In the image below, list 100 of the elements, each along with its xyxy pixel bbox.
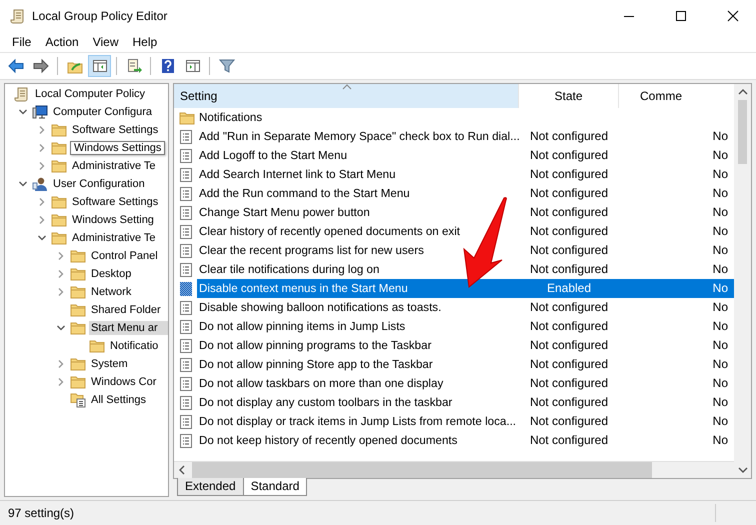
- folder-icon: [70, 321, 86, 335]
- folder-list-icon: [70, 392, 86, 408]
- comment-cell-text: No: [712, 185, 729, 202]
- scroll-icon: [10, 8, 26, 24]
- state-cell-text: Not configured: [528, 356, 610, 373]
- comment-cell-text: No: [712, 166, 729, 183]
- document-icon: [179, 356, 193, 372]
- tree-item[interactable]: Notificatio: [108, 339, 168, 353]
- document-icon: [179, 148, 193, 164]
- folder-icon: [51, 195, 67, 209]
- view-tab[interactable]: Extended: [177, 478, 244, 496]
- tree-item[interactable]: Computer Configura: [51, 105, 168, 119]
- state-cell-text: Not configured: [528, 432, 610, 449]
- folder-icon: [51, 141, 67, 155]
- tree-item[interactable]: User Configuration: [51, 177, 168, 191]
- document-icon: [179, 432, 193, 448]
- folder-icon: [70, 357, 86, 371]
- setting-name[interactable]: Add the Run command to the Start Menu: [197, 184, 519, 203]
- setting-name[interactable]: Add "Run in Separate Memory Space" check box to Run dial...: [197, 127, 520, 146]
- folder-icon: [51, 123, 67, 137]
- scrollbar-track[interactable]: [734, 84, 751, 478]
- state-cell-text: Not configured: [528, 128, 610, 145]
- document-icon: [179, 128, 193, 144]
- tree-item[interactable]: System: [89, 357, 168, 371]
- menu-item[interactable]: Action: [38, 34, 86, 48]
- setting-name[interactable]: Do not allow pinning programs to the Taskbar: [197, 336, 519, 355]
- comment-cell-text: No: [712, 242, 729, 259]
- state-cell-text: Not configured: [528, 413, 610, 430]
- tree-item-tooltip[interactable]: Windows Settings: [70, 141, 166, 155]
- setting-name[interactable]: Disable showing balloon notifications as toasts.: [197, 298, 519, 317]
- state-cell-text: Not configured: [528, 375, 610, 392]
- document-icon: [179, 414, 193, 430]
- comment-cell-text: No: [712, 432, 729, 449]
- comment-cell-text: No: [712, 147, 729, 164]
- menu-item[interactable]: File: [5, 34, 38, 48]
- setting-name[interactable]: Notifications: [197, 108, 519, 127]
- window-title: Local Group Policy Editor: [32, 8, 168, 22]
- tree-item[interactable]: Windows Setting: [70, 213, 168, 227]
- tree-item[interactable]: Network: [89, 285, 168, 299]
- setting-name[interactable]: Add Search Internet link to Start Menu: [197, 165, 519, 184]
- state-cell: Enabled: [519, 279, 619, 298]
- tree-item[interactable]: Software Settings: [70, 195, 168, 209]
- comment-cell-text: No: [712, 413, 729, 430]
- comment-cell-text: No: [712, 204, 729, 221]
- comment-cell-text: No: [712, 356, 729, 373]
- folder-icon: [70, 285, 86, 299]
- folder-icon: [70, 375, 86, 389]
- tree-item[interactable]: Start Menu ar: [89, 321, 168, 335]
- folder-icon: [51, 231, 67, 245]
- comment-cell-text: No: [712, 375, 729, 392]
- state-cell-text: Not configured: [528, 337, 610, 354]
- tree-item[interactable]: Windows Cor: [89, 375, 168, 389]
- setting-name[interactable]: Clear tile notifications during log on: [197, 260, 519, 279]
- document-icon: [179, 300, 193, 316]
- setting-name[interactable]: Do not display any custom toolbars in the taskbar: [197, 393, 519, 412]
- setting-name[interactable]: Do not allow pinning Store app to the Taskbar: [197, 355, 519, 374]
- setting-name[interactable]: Change Start Menu power button: [197, 203, 519, 222]
- document-icon: [179, 242, 193, 258]
- setting-name[interactable]: Clear history of recently opened documents on exit: [197, 222, 519, 241]
- setting-name[interactable]: Disable context menus in the Start Menu: [197, 279, 519, 298]
- document-icon: [179, 262, 193, 278]
- menu-item[interactable]: Help: [126, 34, 164, 48]
- setting-name[interactable]: Do not display or track items in Jump Lists from remote loca...: [197, 412, 519, 431]
- document-icon: [179, 318, 193, 334]
- column-header[interactable]: Comme: [619, 84, 734, 108]
- state-cell-text: Not configured: [528, 394, 610, 411]
- pane-icon[interactable]: [88, 55, 111, 77]
- tree-item[interactable]: Administrative Te: [70, 231, 168, 245]
- tree-item[interactable]: Administrative Te: [70, 159, 168, 173]
- scroll-icon: [14, 86, 30, 102]
- comment-cell-text: No: [712, 318, 729, 335]
- view-tab[interactable]: Standard: [242, 478, 308, 496]
- document-icon: [179, 224, 193, 240]
- state-cell-text: Not configured: [528, 185, 610, 202]
- setting-name[interactable]: Do not keep history of recently opened documents: [197, 431, 519, 450]
- scroll-thumb[interactable]: [192, 462, 652, 478]
- setting-name[interactable]: Do not allow taskbars on more than one display: [197, 374, 519, 393]
- sort-caret-icon: [342, 84, 352, 90]
- tree-item[interactable]: Local Computer Policy: [33, 87, 168, 101]
- tree-item[interactable]: All Settings: [89, 393, 168, 407]
- state-cell-text: Not configured: [528, 261, 610, 278]
- folder-icon: [179, 110, 195, 124]
- setting-name[interactable]: Add Logoff to the Start Menu: [197, 146, 519, 165]
- comment-cell-text: No: [712, 223, 729, 240]
- tree-item[interactable]: Control Panel: [89, 249, 168, 263]
- setting-name[interactable]: Do not allow pinning items in Jump Lists: [197, 317, 519, 336]
- tree-item[interactable]: Shared Folder: [89, 303, 168, 317]
- tree-item[interactable]: Desktop: [89, 267, 168, 281]
- column-header[interactable]: State: [519, 84, 619, 108]
- folder-icon: [89, 339, 105, 353]
- folder-icon: [70, 303, 86, 317]
- scroll-thumb[interactable]: [738, 100, 747, 164]
- state-cell-text: Not configured: [528, 223, 610, 240]
- column-header[interactable]: Setting: [174, 84, 519, 108]
- comment-cell-text: No: [712, 261, 729, 278]
- menu-item[interactable]: View: [86, 34, 126, 48]
- state-cell-text: Not configured: [528, 166, 610, 183]
- setting-name[interactable]: Clear the recent programs list for new users: [197, 241, 519, 260]
- tree-item[interactable]: Software Settings: [70, 123, 168, 137]
- document-icon: [179, 166, 193, 182]
